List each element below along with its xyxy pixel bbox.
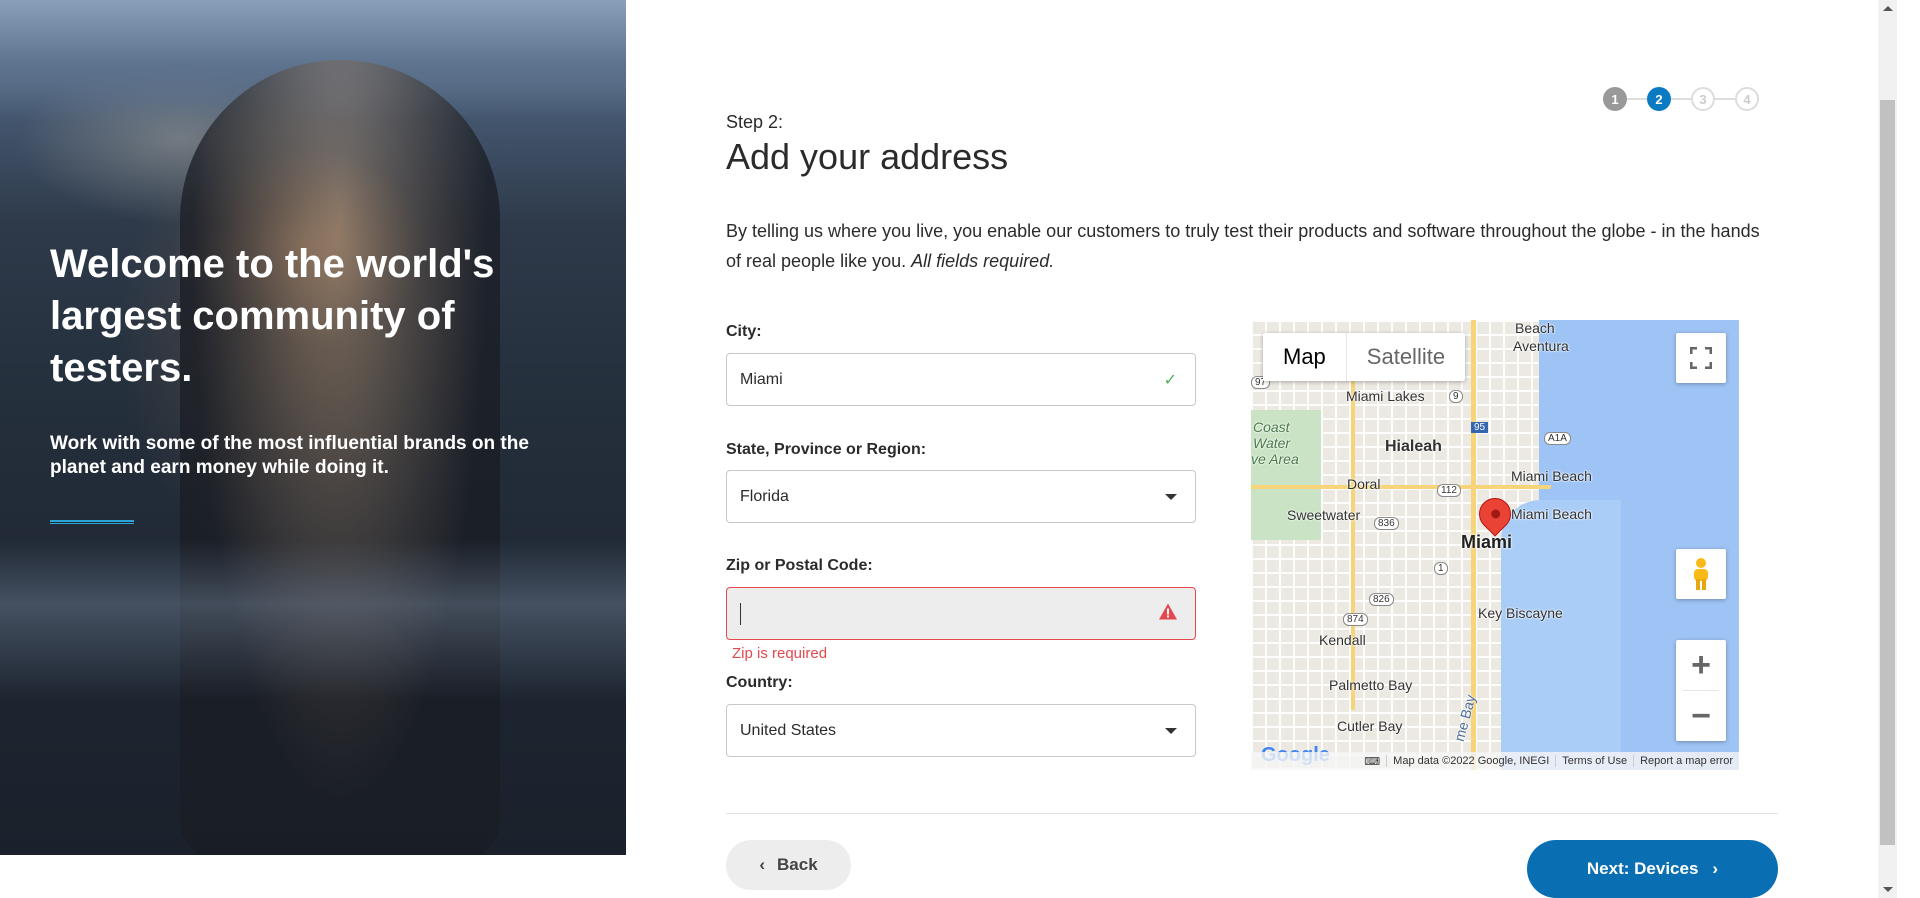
- map-bay: [1501, 500, 1621, 770]
- map-label: Miami Lakes: [1346, 388, 1425, 404]
- map-highway: [1351, 380, 1355, 710]
- map-label: Coast: [1253, 419, 1290, 435]
- map-label: Key Biscayne: [1478, 605, 1563, 621]
- next-button-label: Next: Devices: [1586, 859, 1699, 878]
- step-label: Step 2:: [726, 112, 784, 132]
- map-label: Miami: [1461, 532, 1513, 552]
- pegman-icon: [1694, 558, 1708, 590]
- map-label: Miami Beach: [1511, 468, 1592, 484]
- map-label: Sweetwater: [1287, 507, 1361, 523]
- map-label: Palmetto Bay: [1329, 677, 1413, 693]
- step-connector: [1627, 98, 1647, 100]
- fullscreen-button[interactable]: [1676, 333, 1726, 383]
- intro-body: By telling us where you live, you enable…: [726, 221, 1760, 271]
- map-label: Kendall: [1319, 632, 1366, 648]
- zoom-in-button[interactable]: +: [1676, 640, 1726, 690]
- progress-stepper: 1 2 3 4: [1603, 86, 1759, 112]
- map-label: Doral: [1347, 476, 1381, 492]
- map-label: Aventura: [1513, 338, 1569, 354]
- country-value: United States: [740, 721, 837, 739]
- next-button[interactable]: Next: Devices ›: [1527, 840, 1778, 898]
- map-type-control: Map Satellite: [1263, 333, 1466, 381]
- map-route-shield: 112: [1437, 484, 1461, 497]
- map-type-map[interactable]: Map: [1263, 333, 1346, 381]
- city-field[interactable]: Miami ✓: [726, 353, 1196, 406]
- scroll-down-icon[interactable]: [1883, 887, 1893, 892]
- step-2: 2: [1647, 87, 1671, 111]
- check-icon: ✓: [1163, 371, 1177, 389]
- step-4: 4: [1735, 87, 1759, 111]
- hero-accent-rule: [50, 520, 134, 524]
- map-route-shield: 836: [1374, 517, 1399, 530]
- state-value: Florida: [740, 487, 789, 505]
- map-label: Cutler Bay: [1337, 718, 1403, 734]
- step-connector: [1715, 98, 1735, 100]
- chevron-right-icon: ›: [1712, 859, 1719, 878]
- hero-subheading: Work with some of the most influential b…: [50, 433, 529, 478]
- page-scrollbar[interactable]: [1878, 0, 1897, 898]
- zoom-control: + −: [1676, 640, 1726, 741]
- divider: [726, 813, 1778, 814]
- hero-water: [0, 540, 626, 700]
- dropdown-arrow-icon: [1165, 727, 1177, 734]
- report-error-link[interactable]: Report a map error: [1633, 755, 1739, 767]
- state-label: State, Province or Region:: [726, 441, 927, 458]
- map-label: Beach: [1515, 320, 1555, 336]
- location-map[interactable]: Beach Aventura Miami Lakes Coast Water v…: [1251, 320, 1739, 770]
- zip-field[interactable]: [726, 587, 1196, 640]
- map-route-shield: 874: [1343, 613, 1368, 626]
- country-select[interactable]: United States: [726, 704, 1196, 757]
- map-route-shield: 95: [1471, 422, 1489, 433]
- zip-error-message: Zip is required: [732, 645, 828, 662]
- map-type-satellite[interactable]: Satellite: [1345, 333, 1465, 381]
- country-label: Country:: [726, 674, 793, 691]
- intro-text: By telling us where you live, you enable…: [726, 216, 1766, 276]
- step-1: 1: [1603, 87, 1627, 111]
- map-label: Miami Beach: [1511, 506, 1592, 522]
- dropdown-arrow-icon: [1165, 493, 1177, 500]
- step-3: 3: [1691, 87, 1715, 111]
- map-label: Hialeah: [1385, 438, 1442, 455]
- city-label: City:: [726, 323, 762, 340]
- back-button[interactable]: ‹ Back: [726, 840, 851, 890]
- street-view-button[interactable]: [1676, 549, 1726, 599]
- state-select[interactable]: Florida: [726, 470, 1196, 523]
- step-connector: [1671, 98, 1691, 100]
- map-label: Water: [1253, 435, 1291, 451]
- map-route-shield: 826: [1369, 593, 1394, 606]
- map-highway: [1251, 485, 1551, 489]
- map-route-shield: 9: [1449, 390, 1463, 403]
- warning-icon: [1159, 603, 1177, 624]
- page-title: Add your address: [726, 136, 1009, 177]
- city-value: Miami: [740, 370, 783, 388]
- fullscreen-icon: [1690, 347, 1712, 369]
- scroll-thumb[interactable]: [1880, 100, 1895, 845]
- map-route-shield: 1: [1434, 562, 1448, 575]
- intro-emphasis: All fields required.: [911, 251, 1055, 271]
- terms-link[interactable]: Terms of Use: [1555, 755, 1633, 767]
- map-attribution: ⌨ Map data ©2022 Google, INEGI Terms of …: [1251, 752, 1739, 770]
- zoom-out-button[interactable]: −: [1676, 691, 1726, 741]
- scroll-up-icon[interactable]: [1883, 6, 1893, 11]
- back-button-label: Back: [777, 855, 818, 874]
- chevron-left-icon: ‹: [759, 855, 766, 874]
- map-route-shield: A1A: [1544, 432, 1571, 445]
- text-caret: [740, 602, 741, 625]
- hero-panel: Welcome to the world's largest community…: [0, 0, 626, 855]
- keyboard-icon[interactable]: ⌨: [1358, 755, 1386, 768]
- map-label: ve Area: [1251, 451, 1299, 467]
- zip-label: Zip or Postal Code:: [726, 557, 873, 574]
- hero-heading: Welcome to the world's largest community…: [50, 242, 495, 390]
- map-data-text: Map data ©2022 Google, INEGI: [1386, 755, 1555, 767]
